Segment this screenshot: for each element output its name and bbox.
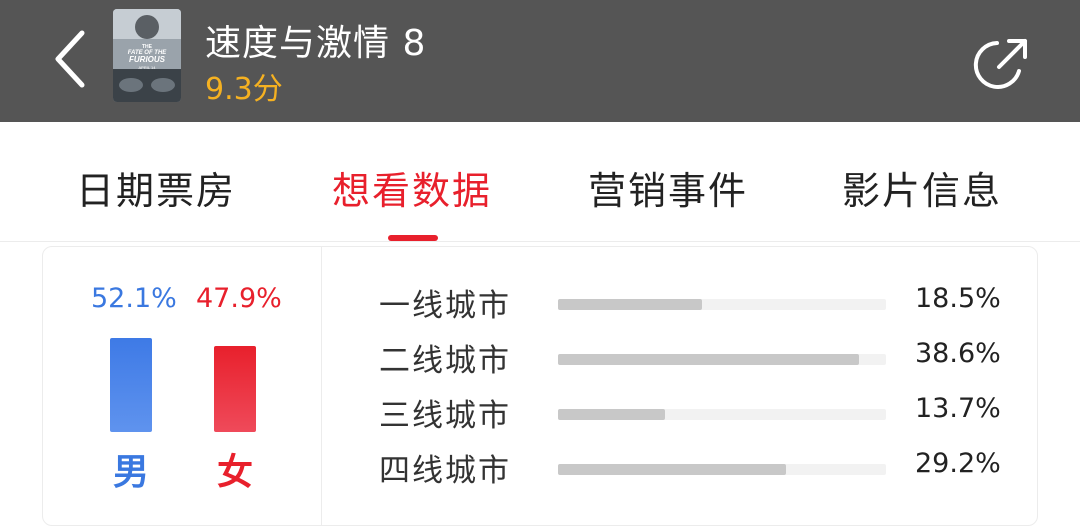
city-tier-fill bbox=[558, 464, 787, 475]
city-tier-fill bbox=[558, 354, 860, 365]
city-tier-percent: 13.7% bbox=[915, 393, 1001, 424]
city-tier-fill bbox=[558, 299, 703, 310]
city-tier-track bbox=[558, 299, 886, 310]
active-tab-indicator bbox=[388, 235, 438, 241]
male-bar bbox=[110, 338, 152, 432]
poster-line-4: APRIL 14 bbox=[139, 65, 157, 70]
poster-line-3: FURIOUS bbox=[129, 55, 166, 64]
movie-poster[interactable]: THE FATE OF THE FURIOUS APRIL 14 bbox=[113, 9, 181, 102]
tab-bar: 日期票房 想看数据 营销事件 影片信息 bbox=[0, 122, 1080, 242]
audience-data-card: 52.1% 47.9% 男 女 一线城市 18.5% 二线城市 38.6% 三线… bbox=[42, 246, 1038, 526]
top-bar: THE FATE OF THE FURIOUS APRIL 14 速度与激情 8… bbox=[0, 0, 1080, 122]
city-tier-fill bbox=[558, 409, 665, 420]
city-tier-percent: 29.2% bbox=[915, 448, 1001, 479]
city-tier-percent: 18.5% bbox=[915, 283, 1001, 314]
city-tier-name: 二线城市 bbox=[379, 343, 511, 379]
city-tier-track bbox=[558, 409, 886, 420]
tab-want-to-see-data[interactable]: 想看数据 bbox=[312, 160, 512, 215]
movie-title: 速度与激情 8 bbox=[205, 23, 427, 64]
male-percent: 52.1% bbox=[91, 283, 177, 314]
city-tier-percent: 38.6% bbox=[915, 338, 1001, 369]
female-label: 女 bbox=[217, 452, 254, 493]
city-tier-row: 二线城市 38.6% bbox=[379, 335, 1001, 379]
card-divider bbox=[321, 247, 322, 525]
city-tier-name: 四线城市 bbox=[379, 453, 511, 489]
female-percent: 47.9% bbox=[196, 283, 282, 314]
city-tier-track bbox=[558, 464, 886, 475]
city-tier-name: 一线城市 bbox=[379, 288, 511, 324]
share-button[interactable] bbox=[966, 30, 1038, 102]
city-tier-row: 三线城市 13.7% bbox=[379, 390, 1001, 434]
female-bar bbox=[214, 346, 256, 432]
back-button[interactable] bbox=[40, 25, 100, 97]
chevron-left-icon bbox=[52, 29, 88, 93]
city-tier-row: 四线城市 29.2% bbox=[379, 445, 1001, 489]
tab-daily-box-office[interactable]: 日期票房 bbox=[56, 160, 256, 215]
movie-score: 9.3分 bbox=[205, 72, 283, 107]
city-tier-row: 一线城市 18.5% bbox=[379, 280, 1001, 324]
city-tier-name: 三线城市 bbox=[379, 398, 511, 434]
tab-film-info[interactable]: 影片信息 bbox=[822, 160, 1022, 215]
share-icon bbox=[971, 33, 1033, 99]
city-tier-track bbox=[558, 354, 886, 365]
tab-marketing-events[interactable]: 营销事件 bbox=[568, 160, 768, 215]
male-label: 男 bbox=[113, 452, 150, 493]
